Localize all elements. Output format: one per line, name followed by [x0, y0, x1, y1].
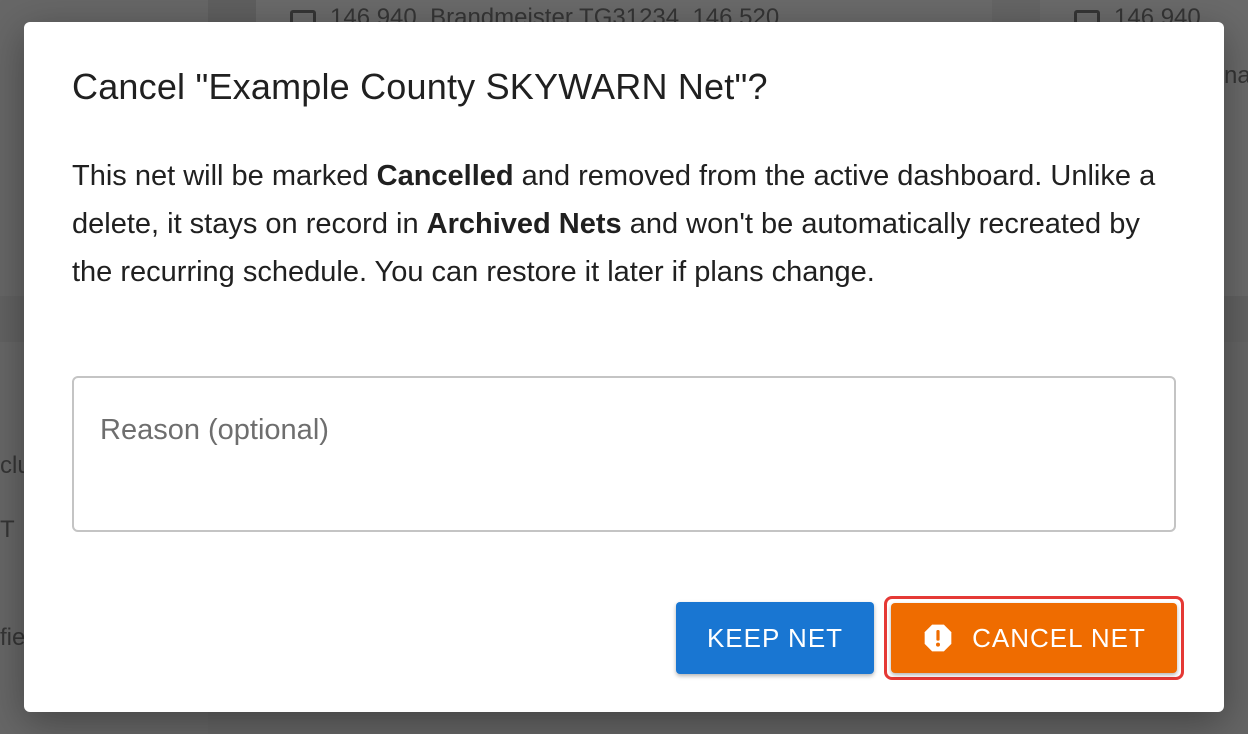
dialog-message: This net will be marked Cancelled and re… [72, 152, 1182, 296]
cancel-net-label: CANCEL NET [972, 622, 1146, 653]
message-emphasis-cancelled: Cancelled [376, 160, 514, 192]
dialog-actions: KEEP NET CANCEL NET [676, 596, 1184, 680]
cancel-net-dialog: Cancel "Example County SKYWARN Net"? Thi… [24, 22, 1224, 712]
reason-field[interactable] [72, 376, 1176, 532]
message-emphasis-archived-nets: Archived Nets [426, 208, 622, 240]
message-text: This net will be marked [72, 160, 377, 192]
warning-octagon-icon [922, 622, 954, 654]
cancel-net-focus-ring: CANCEL NET [884, 596, 1184, 680]
reason-input[interactable] [74, 378, 1174, 530]
cancel-net-button[interactable]: CANCEL NET [891, 603, 1177, 673]
keep-net-label: KEEP NET [706, 622, 844, 653]
dialog-title: Cancel "Example County SKYWARN Net"? [72, 66, 768, 107]
keep-net-button[interactable]: KEEP NET [676, 602, 874, 674]
